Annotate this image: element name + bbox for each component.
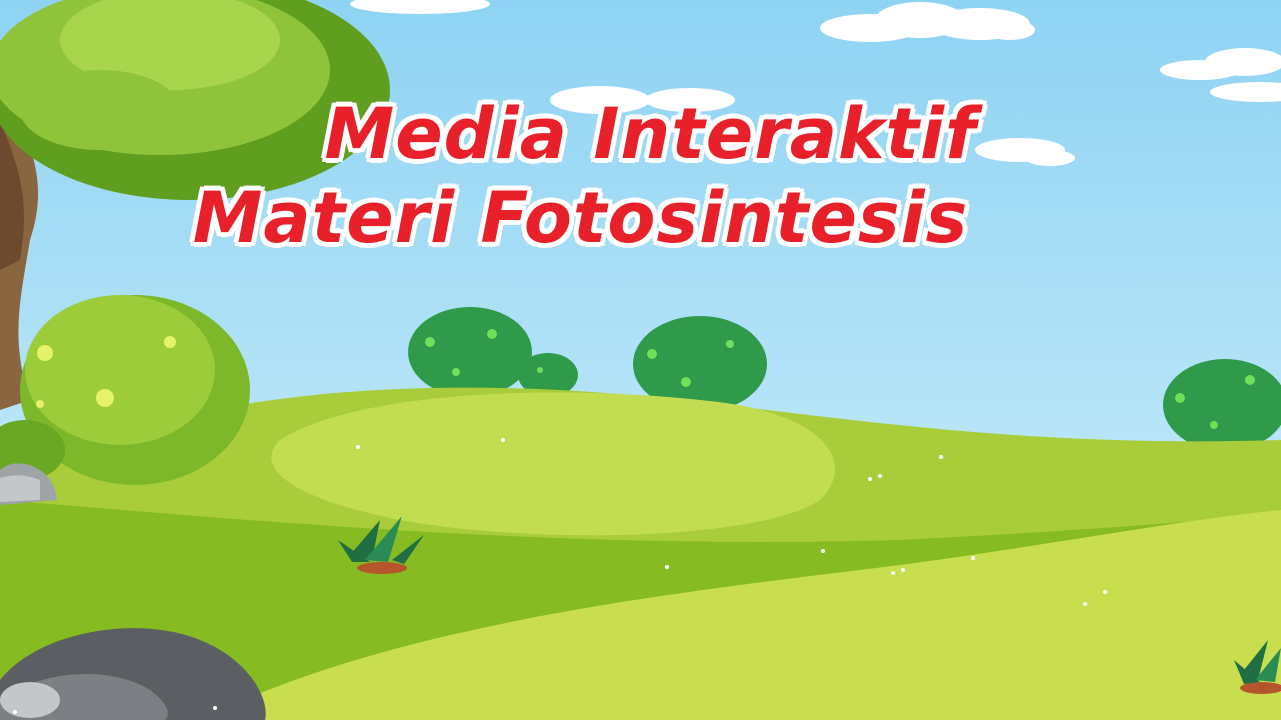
game-scene: Media Interaktif Materi Fotosintesis	[0, 0, 1281, 720]
landscape-background	[0, 0, 1281, 720]
